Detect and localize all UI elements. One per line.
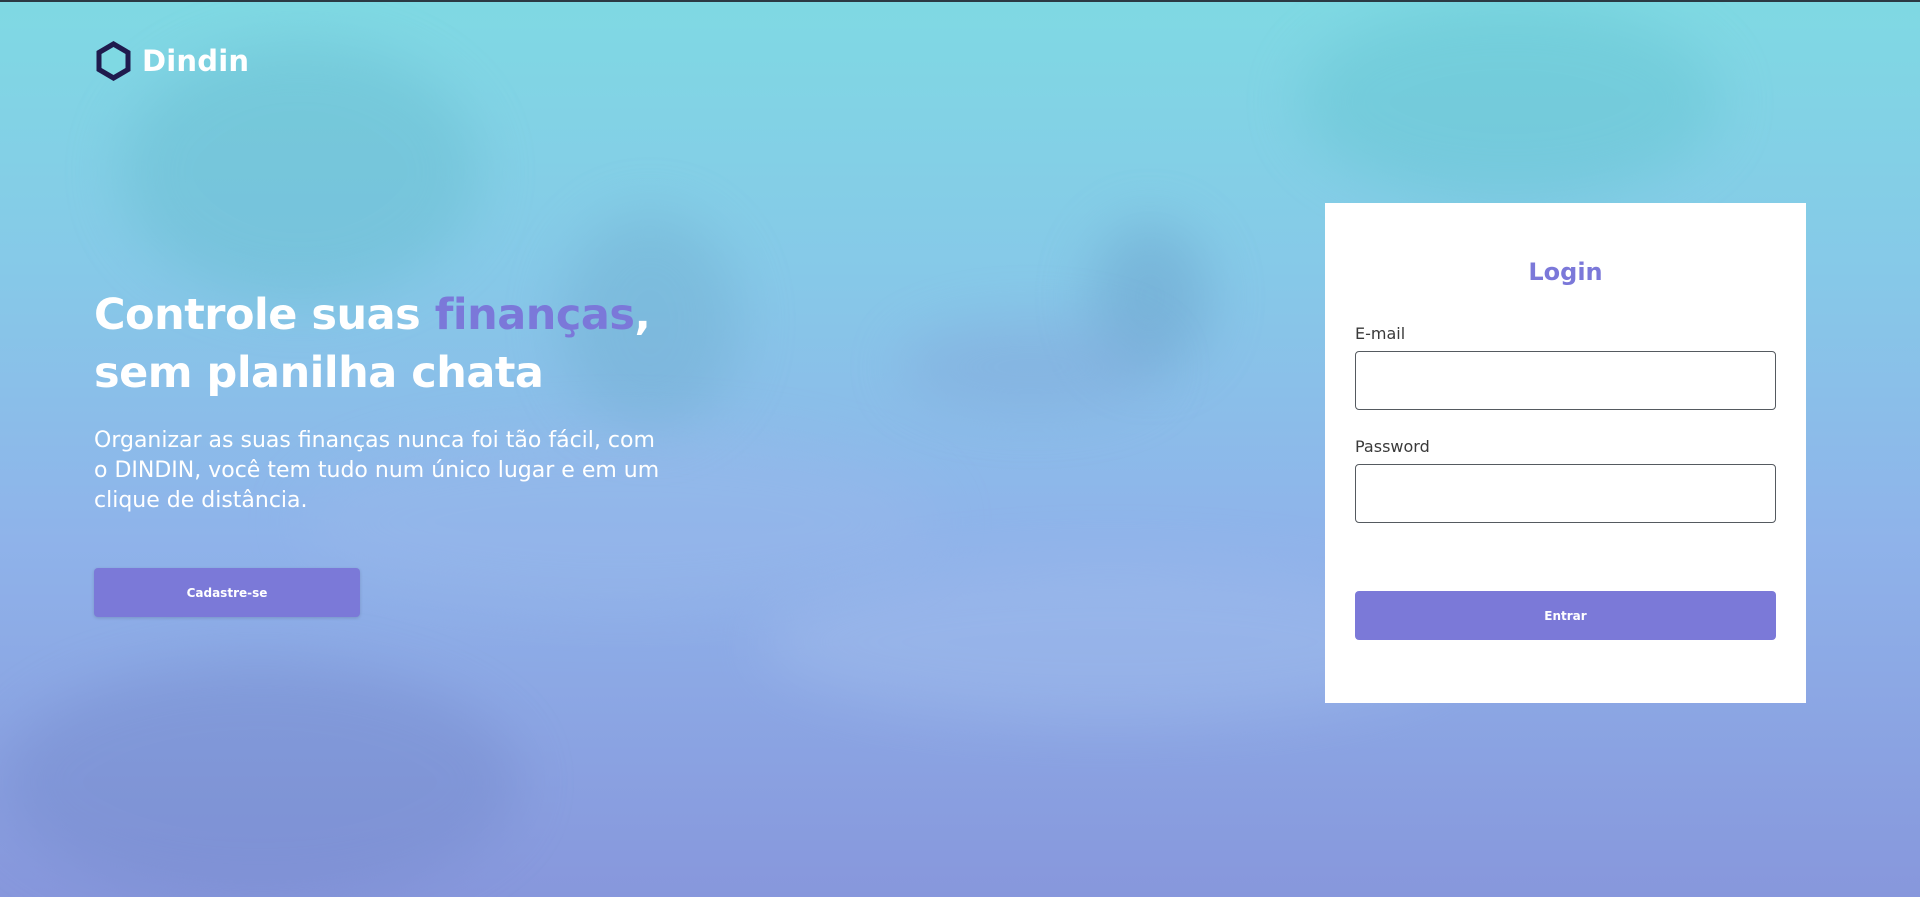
email-label: E-mail [1355,324,1406,343]
background-photo-shape [900,322,1160,412]
hero-title-part2: , [634,290,651,340]
hero-title-part1: Controle suas [94,290,435,340]
password-label: Password [1355,437,1430,456]
login-submit-button[interactable]: Entrar [1355,591,1776,640]
password-field[interactable] [1355,464,1776,523]
background-photo-shape [0,662,520,897]
brand-logo[interactable]: Dindin [95,40,249,82]
hero-title: Controle suas finanças, sem planilha chat… [94,286,734,402]
hero-subtitle: Organizar as suas finanças nunca foi tão… [94,428,660,513]
landing-page: Dindin Controle suas finanças, sem planil… [0,0,1920,897]
login-title: Login [1528,258,1603,286]
hero-section: Controle suas finanças, sem planilha chat… [94,286,734,516]
signup-button[interactable]: Cadastre-se [94,568,360,617]
hexagon-icon [96,41,131,81]
hero-title-line2: sem planilha chata [94,348,544,398]
brand-name: Dindin [142,44,250,78]
email-field[interactable] [1355,351,1776,410]
background-photo-shape [1300,2,1720,202]
background-photo-shape [1090,222,1210,372]
login-card: Login E-mail Password Entrar [1325,203,1806,703]
hero-title-accent: finanças [434,290,635,340]
